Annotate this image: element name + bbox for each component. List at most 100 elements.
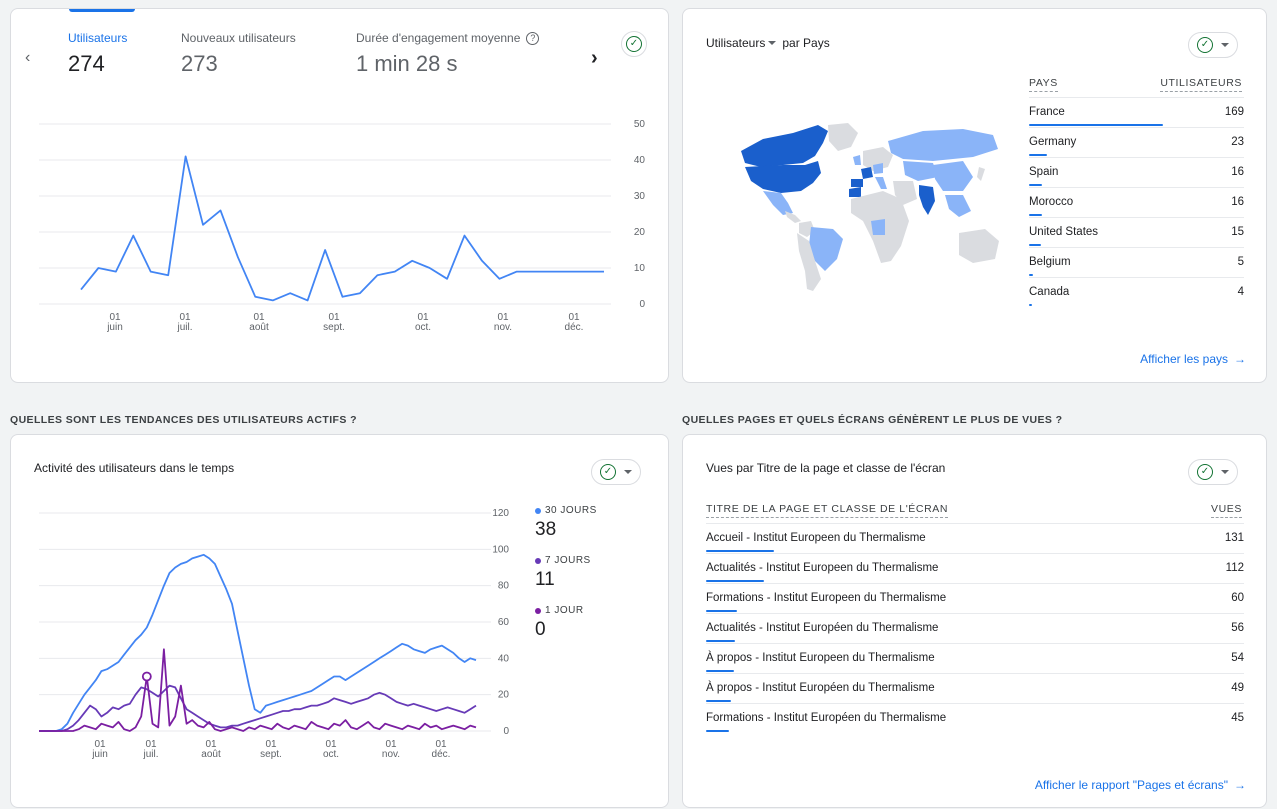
table-row[interactable]: Belgium 5 — [1029, 247, 1244, 277]
table-row[interactable]: Formations - Institut Européen du Therma… — [706, 703, 1244, 733]
table-row[interactable]: Morocco 16 — [1029, 187, 1244, 217]
legend-label: 30 JOURS — [545, 505, 597, 516]
chevron-right-icon[interactable]: › — [591, 47, 598, 70]
x-tick-label: 01 nov. — [382, 739, 400, 760]
status-check-button[interactable]: ✓ — [621, 31, 647, 57]
x-tick-label: 01 août — [249, 312, 269, 333]
table-row[interactable]: À propos - Institut Européen du Thermali… — [706, 673, 1244, 703]
y-tick-label: 80 — [498, 581, 510, 592]
col-header-country[interactable]: PAYS — [1029, 77, 1058, 92]
col-header-page-title[interactable]: TITRE DE LA PAGE ET CLASSE DE L'ÉCRAN — [706, 503, 949, 518]
x-tick-label: 01 sept. — [260, 739, 282, 760]
row-value: 112 — [1225, 562, 1244, 574]
row-value: 60 — [1231, 592, 1244, 604]
y-tick-label: 100 — [492, 544, 509, 555]
metric-value: 273 — [181, 51, 218, 76]
row-value: 16 — [1231, 196, 1244, 208]
table-row[interactable]: Actualités - Institut Europeen du Therma… — [706, 553, 1244, 583]
map-region-china — [933, 161, 973, 191]
row-bar — [706, 670, 735, 672]
table-row[interactable]: United States 15 — [1029, 217, 1244, 247]
y-tick-label: 20 — [634, 227, 646, 238]
legend-label: 1 JOUR — [545, 605, 584, 616]
row-bar — [706, 640, 736, 642]
status-check-dropdown[interactable]: ✓ — [591, 459, 641, 485]
check-circle-icon: ✓ — [1197, 37, 1213, 53]
row-label: Morocco — [1029, 196, 1074, 208]
x-tick-label: 01 oct. — [415, 312, 431, 333]
row-value: 131 — [1224, 532, 1244, 544]
row-value: 4 — [1237, 286, 1244, 298]
map-region-italy — [875, 177, 887, 189]
dropdown-caret-icon — [624, 470, 632, 474]
users-line-chart: 50 40 30 20 10 0 01 juin 01 juil. 01 août 01 sept. 01 o… — [39, 119, 646, 333]
legend-value: 38 — [535, 519, 557, 540]
x-tick-label: 01 nov. — [494, 312, 512, 333]
x-tick-label: 01 déc. — [565, 312, 584, 333]
col-header-views[interactable]: VUES — [1211, 503, 1242, 518]
metric-value: 1 min 28 s — [356, 51, 458, 76]
map-region-russia — [888, 129, 998, 161]
activity-legend: 30 JOURS 38 7 JOURS 11 1 JOUR 0 — [535, 505, 597, 655]
card-title: Utilisateurs par Pays — [706, 36, 830, 50]
map-region-france — [861, 167, 873, 179]
metric-dropdown[interactable]: Utilisateurs — [706, 36, 765, 50]
row-bar — [1029, 154, 1048, 156]
pages-card: Vues par Titre de la page et classe de l… — [682, 434, 1267, 808]
status-check-dropdown[interactable]: ✓ — [1188, 32, 1238, 58]
row-label: Actualités - Institut Européen du Therma… — [706, 622, 939, 634]
check-circle-icon: ✓ — [1197, 464, 1213, 480]
dropdown-caret-icon — [1221, 470, 1229, 474]
map-region-central-america — [785, 211, 801, 223]
dimension-label[interactable]: par Pays — [782, 36, 829, 50]
view-pages-report-link[interactable]: Afficher le rapport "Pages et écrans" → — [1035, 778, 1246, 792]
metric-tab-engagement[interactable]: Durée d'engagement moyenne ? 1 min 28 s — [356, 31, 540, 77]
map-region-india — [919, 185, 935, 215]
table-row[interactable]: Actualités - Institut Européen du Therma… — [706, 613, 1244, 643]
row-bar — [706, 550, 774, 552]
users-overview-card: ‹ Utilisateurs 274 Nouveaux utilisateurs… — [10, 8, 669, 383]
map-region-greenland — [828, 123, 858, 151]
legend-dot — [535, 607, 541, 614]
dropdown-caret-icon[interactable] — [768, 41, 777, 45]
x-tick-label: 01 sept. — [323, 312, 345, 333]
col-header-users[interactable]: UTILISATEURS — [1160, 77, 1242, 92]
table-row[interactable]: Accueil - Institut Europeen du Thermalis… — [706, 523, 1244, 553]
row-bar — [1029, 304, 1033, 306]
row-bar — [706, 610, 738, 612]
help-circle-icon[interactable]: ? — [526, 31, 540, 45]
table-row[interactable]: À propos - Institut Europeen du Thermali… — [706, 643, 1244, 673]
table-row[interactable]: Canada 4 — [1029, 277, 1244, 307]
legend-value: 11 — [535, 569, 555, 590]
row-label: À propos - Institut Europeen du Thermali… — [706, 652, 935, 664]
row-label: United States — [1029, 226, 1099, 238]
map-region-southeast-asia — [945, 195, 971, 217]
y-tick-label: 20 — [498, 690, 510, 701]
legend-dot — [535, 557, 541, 564]
row-value: 16 — [1231, 166, 1244, 178]
chevron-left-icon[interactable]: ‹ — [25, 49, 30, 67]
dropdown-caret-icon — [1221, 43, 1229, 47]
legend-item: 1 JOUR 0 — [535, 605, 597, 641]
map-region-spain — [851, 179, 863, 187]
table-row[interactable]: Germany 23 — [1029, 127, 1244, 157]
table-row[interactable]: France 169 — [1029, 97, 1244, 127]
y-tick-label: 60 — [498, 617, 510, 628]
metric-tab-new-users[interactable]: Nouveaux utilisateurs 273 — [181, 31, 296, 77]
row-value: 5 — [1237, 256, 1244, 268]
legend-item: 7 JOURS 11 — [535, 555, 597, 591]
row-label: À propos - Institut Européen du Thermali… — [706, 682, 935, 694]
legend-item: 30 JOURS 38 — [535, 505, 597, 541]
table-row[interactable]: Spain 16 — [1029, 157, 1244, 187]
row-bar — [1029, 124, 1163, 126]
x-tick-label: 01 juin — [91, 739, 108, 760]
metric-tab-users[interactable]: Utilisateurs 274 — [68, 31, 127, 77]
table-row[interactable]: Formations - Institut Europeen du Therma… — [706, 583, 1244, 613]
row-bar — [1029, 244, 1041, 246]
y-tick-label: 40 — [634, 155, 646, 166]
status-check-dropdown[interactable]: ✓ — [1188, 459, 1238, 485]
legend-dot — [535, 507, 541, 514]
card-title: Vues par Titre de la page et classe de l… — [706, 461, 946, 475]
view-countries-link[interactable]: Afficher les pays → — [1140, 352, 1246, 366]
check-circle-icon: ✓ — [626, 36, 642, 52]
